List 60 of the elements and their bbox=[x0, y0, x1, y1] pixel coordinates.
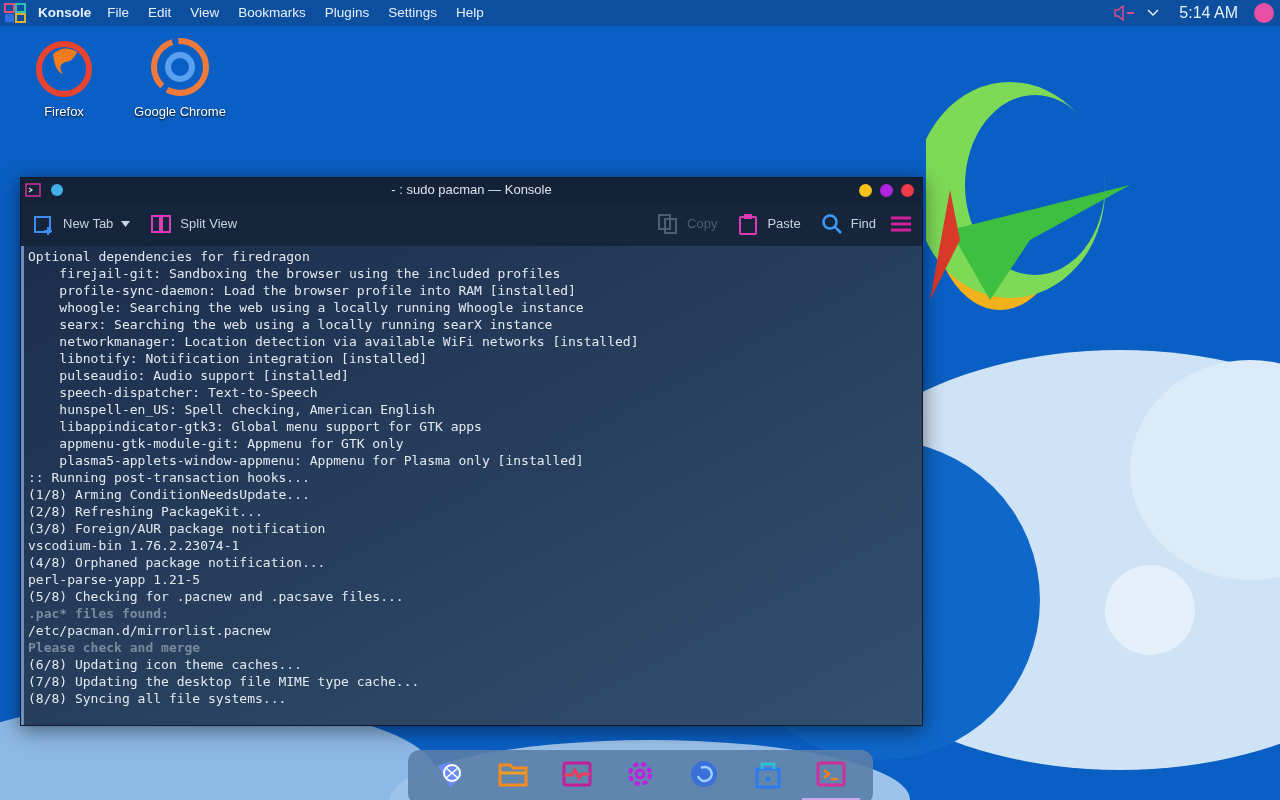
app-name: Konsole bbox=[38, 3, 92, 22]
clipboard-icon bbox=[737, 213, 760, 235]
terminal-line: networkmanager: Location detection via available WiFi networks [installed] bbox=[58, 333, 639, 350]
pin-button[interactable] bbox=[51, 184, 63, 196]
dropdown-arrow-icon bbox=[121, 221, 131, 227]
toolbar-button[interactable]: New Tab bbox=[31, 213, 133, 235]
menu-item[interactable]: Bookmarks bbox=[238, 2, 306, 24]
desktop-icon-label[interactable]: Google Chrome bbox=[134, 102, 226, 122]
terminal-line: (8/8) Syncing all file systems... bbox=[28, 690, 287, 707]
terminal-line: (5/8) Checking for .pacnew and .pacsave files... bbox=[28, 588, 404, 605]
user-avatar[interactable] bbox=[1254, 3, 1274, 23]
terminal-line: pulseaudio: Audio support [installed] bbox=[58, 367, 349, 384]
chevron-down-icon[interactable] bbox=[1147, 9, 1160, 17]
terminal-line: (2/8) Refreshing PackageKit... bbox=[28, 503, 263, 520]
terminal-line: whoogle: Searching the web using a locally running Whoogle instance bbox=[58, 299, 584, 316]
menu-item[interactable]: File bbox=[107, 2, 130, 24]
desktop-icon-label[interactable]: Firefox bbox=[44, 102, 84, 122]
menu-icon[interactable] bbox=[890, 215, 912, 233]
volume-icon[interactable] bbox=[1113, 5, 1136, 21]
chrome-browser-icon bbox=[149, 36, 211, 98]
terminal-line: libappindicator-gtk3: Global menu support for GTK apps bbox=[58, 418, 482, 435]
menu-item[interactable]: Settings bbox=[388, 2, 437, 24]
search-icon bbox=[820, 213, 843, 235]
terminal-line: (7/8) Updating the desktop file MIME type cache... bbox=[28, 673, 420, 690]
toolbar-button[interactable]: Find bbox=[818, 213, 878, 235]
terminal-line: Optional dependencies for firedragon bbox=[28, 248, 310, 265]
terminal-line: libnotify: Notification integration [installed] bbox=[58, 350, 428, 367]
terminal-line: plasma5-applets-window-appmenu: Appmenu for Plasma only [installed] bbox=[58, 452, 584, 469]
menu-item[interactable]: Help bbox=[455, 2, 484, 24]
menu-item[interactable]: Edit bbox=[148, 2, 172, 24]
terminal-line: speech-dispatcher: Text-to-Speech bbox=[58, 384, 318, 401]
new-tab-icon bbox=[33, 213, 55, 235]
window-title: - : sudo pacman — Konsole bbox=[391, 181, 552, 200]
terminal-line: profile-sync-daemon: Load the browser profile into RAM [installed] bbox=[58, 282, 576, 299]
copy-icon bbox=[657, 213, 680, 235]
menu-item[interactable]: Plugins bbox=[324, 2, 370, 24]
terminal-line: .pac* files found: bbox=[28, 605, 169, 622]
terminal-line: (4/8) Orphaned package notification... bbox=[28, 554, 326, 571]
terminal-line: (6/8) Updating icon theme caches... bbox=[28, 656, 302, 673]
clock[interactable]: 5:14 AM bbox=[1179, 1, 1238, 25]
minimize-button[interactable] bbox=[859, 183, 872, 197]
terminal-line: vscodium-bin 1.76.2.23074-1 bbox=[28, 537, 240, 554]
menu-item[interactable]: View bbox=[190, 2, 220, 24]
app-grid-icon[interactable] bbox=[4, 3, 26, 23]
toolbar-button[interactable]: Paste bbox=[735, 213, 803, 235]
terminal-line: perl-parse-yapp 1.21-5 bbox=[28, 571, 201, 588]
close-button[interactable] bbox=[901, 183, 914, 197]
terminal-line: :: Running post-transaction hooks... bbox=[28, 469, 310, 486]
terminal-line: hunspell-en_US: Spell checking, American English bbox=[58, 401, 435, 418]
toolbar-button[interactable]: Split View bbox=[148, 213, 240, 235]
terminal-line: /etc/pacman.d/mirrorlist.pacnew bbox=[28, 622, 271, 639]
split-view-icon bbox=[150, 213, 173, 235]
terminal-line: firejail-git: Sandboxing the browser using the included profiles bbox=[58, 265, 561, 282]
terminal-line: (1/8) Arming ConditionNeedsUpdate... bbox=[28, 486, 310, 503]
terminal-line: Please check and merge bbox=[28, 639, 201, 656]
terminal-line: (3/8) Foreign/AUR package notification bbox=[28, 520, 326, 537]
terminal-icon bbox=[25, 183, 41, 197]
maximize-button[interactable] bbox=[880, 183, 893, 197]
terminal-line: appmenu-gtk-module-git: Appmenu for GTK only bbox=[58, 435, 404, 452]
terminal-line: searx: Searching the web using a locally running searX instance bbox=[58, 316, 553, 333]
